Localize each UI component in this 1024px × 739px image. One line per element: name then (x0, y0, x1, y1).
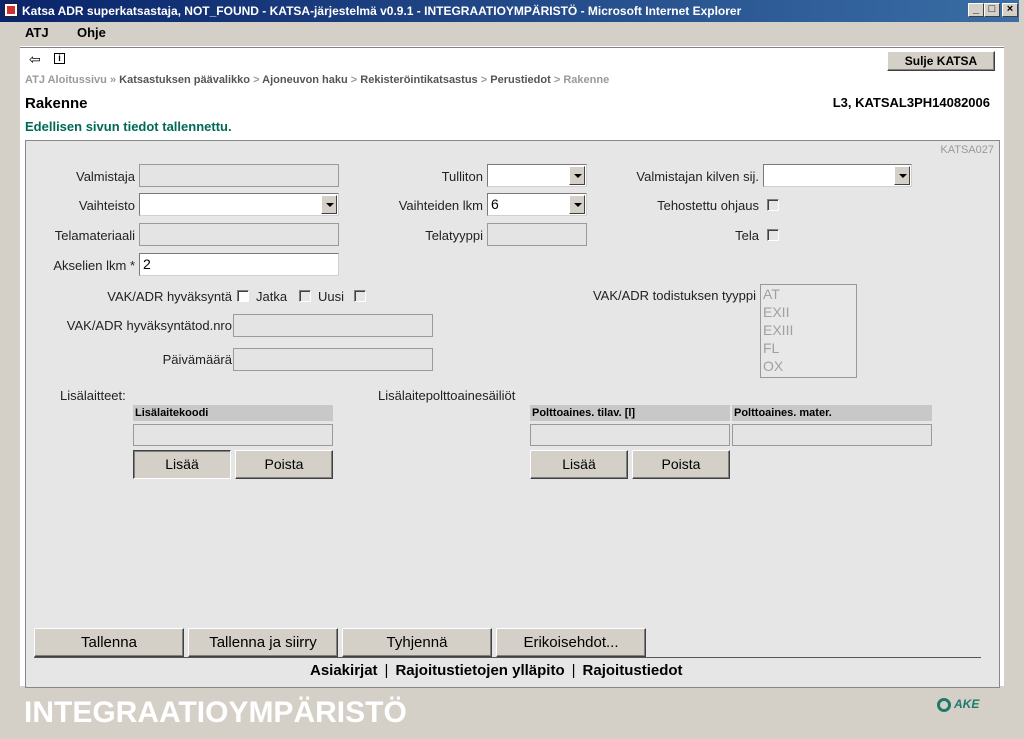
erikoisehdot-button[interactable]: Erikoisehdot... (496, 628, 646, 657)
environment-banner: INTEGRAATIOYMPÄRISTÖ (24, 696, 407, 729)
window-title: Katsa ADR superkatsastaja, NOT_FOUND - K… (22, 4, 742, 18)
ake-logo-icon (937, 697, 951, 712)
tulliton-select[interactable] (487, 164, 587, 187)
footer-separator: | (384, 662, 389, 679)
footer-divider (34, 657, 981, 658)
uusi-checkbox[interactable] (354, 290, 366, 302)
lisalaitteet-heading: Lisälaitteet: (60, 388, 126, 403)
minimize-button[interactable]: _ (968, 3, 984, 17)
chevron-down-icon[interactable] (321, 195, 337, 214)
footer-links: Asiakirjat | Rajoitustietojen ylläpito | Raj… (310, 662, 683, 679)
breadcrumb-separator: > (480, 74, 488, 86)
ake-logo-text: AKE (954, 697, 980, 711)
menu-ohje[interactable]: Ohje (77, 25, 106, 40)
tehostettu-label: Tehostettu ohjaus (657, 198, 759, 213)
tallenna-button[interactable]: Tallenna (34, 628, 184, 657)
telatyyppi-field[interactable] (487, 223, 587, 246)
menu-bar: ATJ Ohje (0, 22, 1024, 44)
sailio-remove-button[interactable]: Poista (632, 450, 730, 479)
tela-checkbox[interactable] (767, 229, 779, 241)
materiaali-column-header: Polttoaines. mater. (732, 405, 932, 421)
todistus-option[interactable]: OX (763, 357, 856, 375)
sailio-add-button[interactable]: Lisää (530, 450, 628, 479)
kilven-sij-select[interactable] (763, 164, 912, 187)
ie-app-icon (4, 3, 18, 17)
akselien-lkm-input[interactable]: 2 (139, 253, 339, 276)
info-icon[interactable]: i (54, 53, 65, 64)
breadcrumb-separator: > (553, 74, 561, 86)
chevron-down-icon[interactable] (894, 166, 910, 185)
lisalaitekoodi-column-header: Lisälaitekoodi (133, 405, 333, 421)
telamateriaali-field[interactable] (139, 223, 339, 246)
tilavuus-field[interactable] (530, 424, 730, 446)
lisalaitekoodi-field[interactable] (133, 424, 333, 446)
jatka-checkbox[interactable] (299, 290, 311, 302)
todistus-option[interactable]: AT (763, 285, 856, 303)
status-message: Edellisen sivun tiedot tallennettu. (25, 119, 232, 134)
breadcrumb-item[interactable]: ATJ Aloitussivu (25, 74, 107, 86)
screen-code: KATSA027 (940, 144, 994, 156)
chevron-down-icon[interactable] (569, 166, 585, 185)
close-button[interactable]: × (1002, 3, 1018, 17)
paivamaara-field[interactable] (233, 348, 433, 371)
tyhjenna-button[interactable]: Tyhjennä (342, 628, 492, 657)
hyvaksyntatod-nro-label: VAK/ADR hyväksyntätod.nro (66, 318, 232, 333)
vaihteisto-select[interactable] (139, 193, 339, 216)
todistus-tyyppi-listbox[interactable]: AT EXII EXIII FL OX (760, 284, 857, 378)
vaihteiden-lkm-label: Vaihteiden lkm (398, 198, 483, 213)
vaihteiden-lkm-select[interactable]: 6 (487, 193, 587, 216)
breadcrumb-separator: > (253, 74, 260, 86)
tilavuus-column-header: Polttoaines. tilav. [l] (530, 405, 730, 421)
breadcrumb-separator: » (109, 74, 117, 86)
todistus-tyyppi-label: VAK/ADR todistuksen tyyppi (592, 288, 756, 303)
footer-separator: | (571, 662, 576, 679)
breadcrumb: ATJ Aloitussivu » Katsastuksen päävalikk… (25, 74, 609, 86)
telatyyppi-label: Telatyyppi (425, 228, 483, 243)
footer-link-asiakirjat[interactable]: Asiakirjat (310, 662, 378, 679)
ake-logo: AKE (937, 697, 979, 712)
chevron-down-icon[interactable] (569, 195, 585, 214)
breadcrumb-item[interactable]: Ajoneuvon haku (262, 74, 348, 86)
paivamaara-label: Päivämäärä (162, 352, 232, 367)
vaihteisto-label: Vaihteisto (78, 198, 135, 213)
akselien-lkm-label: Akselien lkm * (53, 258, 135, 273)
footer-link-rajoitustiedot[interactable]: Rajoitustiedot (583, 662, 683, 679)
todistus-option[interactable]: EXII (763, 303, 856, 321)
maximize-button[interactable]: □ (984, 3, 1000, 17)
todistus-option[interactable]: EXIII (763, 321, 856, 339)
vak-hyvaksynta-checkbox[interactable] (237, 290, 249, 302)
tallenna-ja-siirry-button[interactable]: Tallenna ja siirry (188, 628, 338, 657)
footer-link-rajoitustietojen-yllapito[interactable]: Rajoitustietojen ylläpito (395, 662, 564, 679)
menu-atj[interactable]: ATJ (25, 25, 49, 40)
page-title: Rakenne (25, 95, 88, 112)
breadcrumb-separator: > (350, 74, 358, 86)
tela-label: Tela (735, 228, 759, 243)
materiaali-field[interactable] (732, 424, 932, 446)
window-titlebar: Katsa ADR superkatsastaja, NOT_FOUND - K… (0, 0, 1024, 22)
valmistaja-label: Valmistaja (75, 169, 135, 184)
close-katsa-button[interactable]: Sulje KATSA (887, 51, 995, 71)
kilven-sij-label: Valmistajan kilven sij. (636, 169, 759, 184)
sailiot-heading: Lisälaitepolttoainesäiliöt (378, 388, 516, 403)
page-identifier: L3, KATSAL3PH14082006 (832, 95, 990, 110)
lisalaite-remove-button[interactable]: Poista (235, 450, 333, 479)
breadcrumb-item[interactable]: Perustiedot (490, 74, 551, 86)
jatka-label: Jatka (256, 289, 288, 304)
uusi-label: Uusi (318, 289, 345, 304)
menu-divider (20, 47, 1004, 48)
telamateriaali-label: Telamateriaali (54, 228, 135, 243)
todistus-option[interactable]: FL (763, 339, 856, 357)
tehostettu-checkbox[interactable] (767, 199, 779, 211)
breadcrumb-item[interactable]: Rekisteröintikatsastus (360, 74, 477, 86)
breadcrumb-item[interactable]: Katsastuksen päävalikko (119, 74, 250, 86)
lisalaite-add-button[interactable]: Lisää (133, 450, 231, 479)
vaihteiden-lkm-value: 6 (491, 196, 499, 212)
tulliton-label: Tulliton (441, 169, 483, 184)
window-right-border (1019, 0, 1024, 739)
vak-hyvaksynta-label: VAK/ADR hyväksyntä (107, 289, 232, 304)
hyvaksyntatod-nro-field[interactable] (233, 314, 433, 337)
breadcrumb-current: Rakenne (563, 74, 610, 86)
valmistaja-field[interactable] (139, 164, 339, 187)
back-arrow-icon[interactable]: ⇦ (29, 51, 41, 68)
